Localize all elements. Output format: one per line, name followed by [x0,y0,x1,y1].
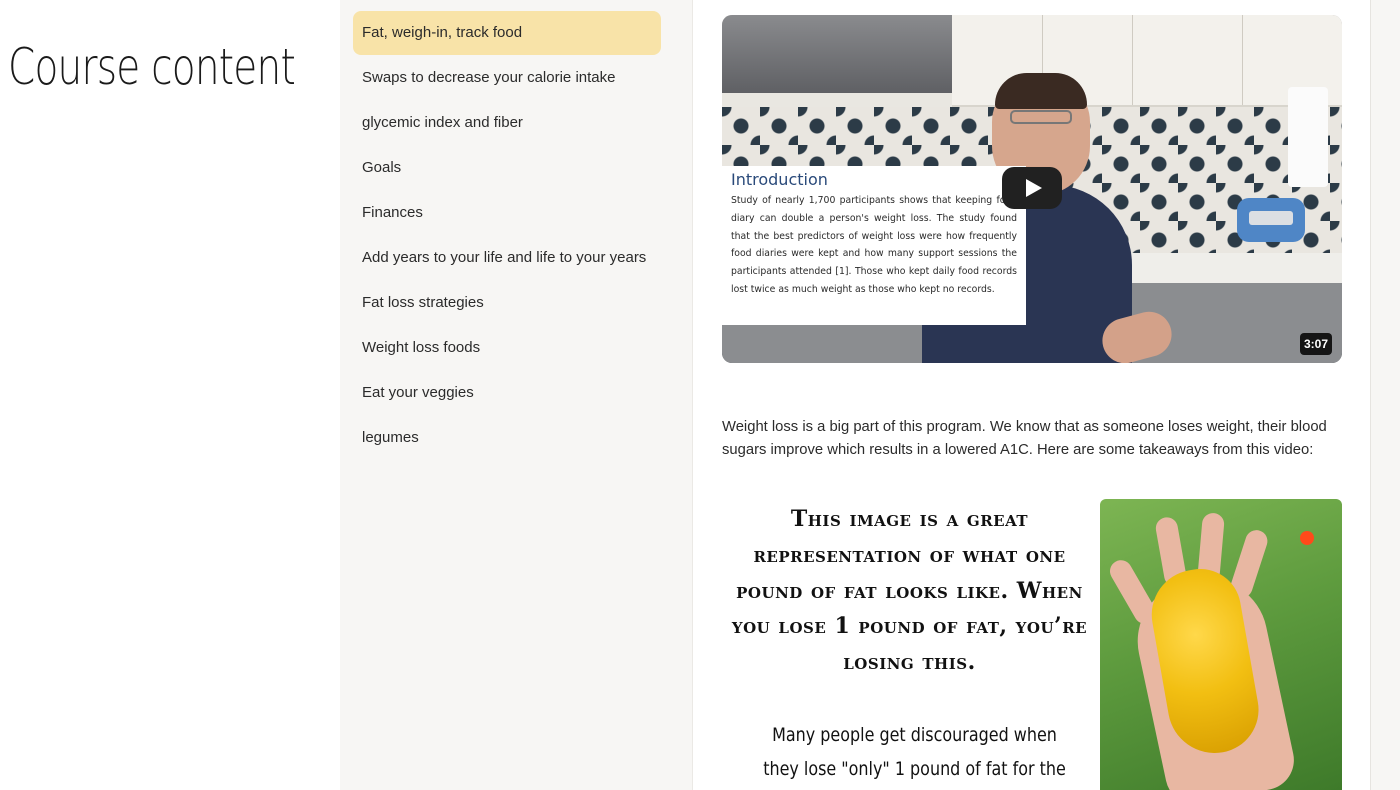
infographic-title: This image is a great representation of … [731,506,1088,676]
course-content-heading: Course content [8,38,296,96]
overlay-title: Introduction [731,170,828,189]
main-content: Introduction Study of nearly 1,700 parti… [693,0,1370,790]
fat-model-photo [1100,499,1342,790]
sidebar-item-weight-loss-foods[interactable]: Weight loss foods [353,326,661,370]
lesson-body-text: Weight loss is a big part of this progra… [722,419,1327,458]
kitchen-appliance [1237,198,1305,242]
sidebar-item-finances[interactable]: Finances [353,191,661,235]
play-icon[interactable] [1002,167,1062,209]
sidebar-item-fat-loss-strategies[interactable]: Fat loss strategies [353,281,661,325]
right-gutter [1370,0,1400,790]
video-duration: 3:07 [1300,333,1332,355]
sidebar-item-add-years[interactable]: Add years to your life and life to your … [353,236,661,280]
fat-infographic: This image is a great representation of … [722,499,1342,790]
overlay-text: Study of nearly 1,700 participants shows… [731,195,1017,295]
sidebar-item-glycemic-index[interactable]: glycemic index and fiber [353,101,661,145]
video-player[interactable]: Introduction Study of nearly 1,700 parti… [722,15,1342,363]
sidebar-item-fat-weigh-in-track-food[interactable]: Fat, weigh-in, track food [353,11,661,55]
infographic-subtitle: Many people get discouraged when they lo… [763,724,1066,780]
video-overlay-card: Introduction Study of nearly 1,700 parti… [722,166,1026,325]
sidebar-item-goals[interactable]: Goals [353,146,661,190]
sidebar-item-eat-your-veggies[interactable]: Eat your veggies [353,371,661,415]
sidebar-item-swaps[interactable]: Swaps to decrease your calorie intake [353,56,661,100]
course-sidebar: Fat, weigh-in, track food Swaps to decre… [340,0,693,790]
sidebar-item-legumes[interactable]: legumes [353,416,661,460]
